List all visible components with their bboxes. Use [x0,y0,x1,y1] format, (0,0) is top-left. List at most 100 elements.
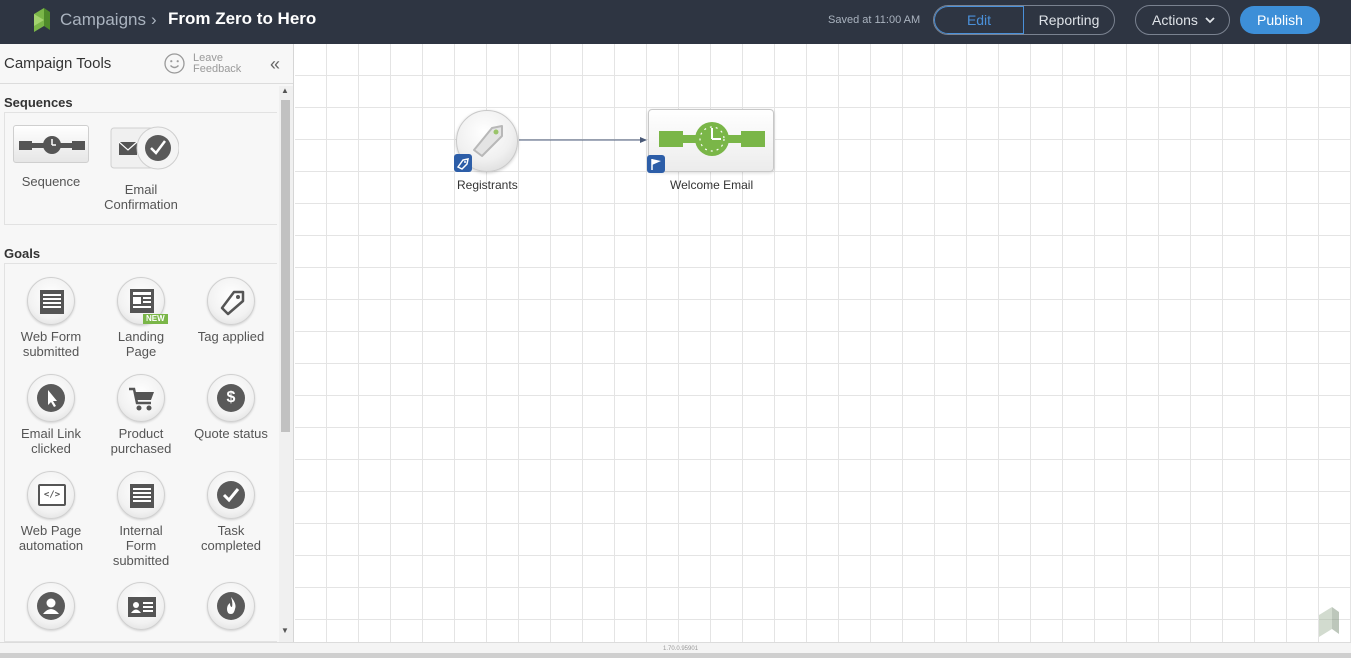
check-icon [207,471,255,519]
mode-toggle: Edit Reporting [933,5,1115,35]
contact-icon [27,582,75,630]
tool-quote-status[interactable]: $ Quote status [186,374,276,441]
tool-label-line2: Page [125,344,157,359]
tool-web-form-submitted[interactable]: Web Form submitted [6,277,96,359]
tool-label-line2: clicked [31,441,71,456]
tag-icon [207,277,255,325]
leave-feedback-link[interactable]: Leave Feedback [193,52,242,75]
dollar-glyph: $ [217,384,245,412]
tool-label-line1: Web Page [20,523,82,538]
tool-product-purchased[interactable]: Product purchased [96,374,186,456]
tool-label-line2: Confirmation [104,197,178,212]
tool-label-line2: Form [125,538,157,553]
taskbar-strip [0,653,1351,658]
tool-email-confirmation[interactable]: Email Confirmation [96,125,186,212]
scroll-thumb[interactable] [281,100,290,432]
internal-form-icon [117,471,165,519]
tool-label-line1: Task [217,523,245,538]
sidebar-header: Campaign Tools Leave Feedback « [0,44,293,84]
registrants-label: Registrants [457,178,518,192]
app-logo-icon[interactable] [34,8,50,32]
reporting-tab[interactable]: Reporting [1024,6,1114,34]
tool-label: Sequence [21,174,81,189]
sequence-icon [659,122,765,156]
tool-contact[interactable] [6,582,96,630]
tool-card[interactable] [96,582,186,630]
actions-label: Actions [1152,12,1198,28]
tool-label: Product purchased [96,426,186,456]
collapse-sidebar-icon[interactable]: « [270,54,280,75]
tool-label: Tag applied [186,329,276,344]
breadcrumb-campaigns[interactable]: Campaigns [60,10,146,30]
tool-label: Task completed [186,523,276,553]
tool-label-line2: purchased [110,441,172,456]
sequences-panel: Sequence Email Confirmation [4,112,277,225]
footer-strip: 1.70.0.95901 [0,642,1351,658]
email-confirmation-icon [103,125,180,171]
tool-label-line1: Landing [117,329,165,344]
tool-email-link-clicked[interactable]: Email Link clicked [6,374,96,456]
brand-watermark-icon [1319,607,1339,637]
tool-label-line3: submitted [112,553,170,568]
top-bar: Campaigns › From Zero to Hero Saved at 1… [0,0,1351,44]
campaign-tools-sidebar: Campaign Tools Leave Feedback « ▲ ▼ Sequ… [0,44,294,642]
sidebar-scrollbar[interactable]: ▲ ▼ [279,86,293,642]
connector-arrow [640,137,647,143]
cursor-icon [27,374,75,422]
welcome-email-node[interactable] [647,109,774,173]
feedback-line1: Leave [193,52,223,64]
fire-icon [207,582,255,630]
flag-badge-icon [647,155,665,173]
goals-heading: Goals [4,246,41,261]
tool-label-line1: Quote status [194,426,268,441]
registrants-node[interactable] [454,110,518,172]
scroll-up-icon[interactable]: ▲ [281,86,289,95]
tool-label-line2: automation [18,538,84,553]
smiley-icon[interactable] [164,53,185,74]
welcome-email-label: Welcome Email [670,178,754,192]
sequences-heading: Sequences [4,95,73,110]
tool-label-line1: Email [124,182,158,197]
new-badge: NEW [143,314,168,324]
goals-panel: Web Form submitted NEW Landing Page Tag … [4,263,277,642]
edit-tab[interactable]: Edit [934,6,1025,34]
tool-label: Internal Form submitted [96,523,186,568]
canvas-drawing [519,137,647,143]
code-glyph: </> [43,490,61,500]
tool-label-line1: Tag applied [197,329,265,344]
page-title[interactable]: From Zero to Hero [168,9,316,29]
tool-label: Web Form submitted [6,329,96,359]
tool-sequence[interactable]: Sequence [6,125,96,189]
chevron-down-icon [1205,7,1215,46]
tool-label-line1: Internal [119,523,163,538]
feedback-line2: Feedback [193,63,242,75]
tag-goal-badge-icon [454,154,472,172]
campaign-canvas[interactable]: Registrants Welcome Email [295,44,1351,642]
version-label: 1.70.0.95901 [663,646,699,652]
saved-status: Saved at 11:00 AM [828,14,921,26]
tool-label-line2: submitted [22,344,80,359]
tool-tag-applied[interactable]: Tag applied [186,277,276,344]
tool-internal-form-submitted[interactable]: Internal Form submitted [96,471,186,568]
tool-label: Landing Page [96,329,186,359]
tool-label: Email Link clicked [6,426,96,456]
code-icon: </> [27,471,75,519]
tool-label-line1: Web Form [20,329,82,344]
tool-label: Web Page automation [6,523,96,553]
cart-icon [117,374,165,422]
breadcrumb-separator: › [151,10,157,29]
sidebar-title: Campaign Tools [4,55,112,72]
actions-button[interactable]: Actions [1135,5,1230,35]
card-icon [117,582,165,630]
scroll-down-icon[interactable]: ▼ [281,626,289,635]
dollar-icon: $ [207,374,255,422]
tool-label: Quote status [186,426,276,441]
tool-web-page-automation[interactable]: </> Web Page automation [6,471,96,553]
tool-task-completed[interactable]: Task completed [186,471,276,553]
sequence-icon [13,125,89,163]
tool-label-line2: completed [201,538,261,553]
tool-fire[interactable] [186,582,276,630]
publish-button[interactable]: Publish [1240,6,1320,34]
tool-landing-page[interactable]: NEW Landing Page [96,277,186,359]
tag-icon [473,125,503,157]
